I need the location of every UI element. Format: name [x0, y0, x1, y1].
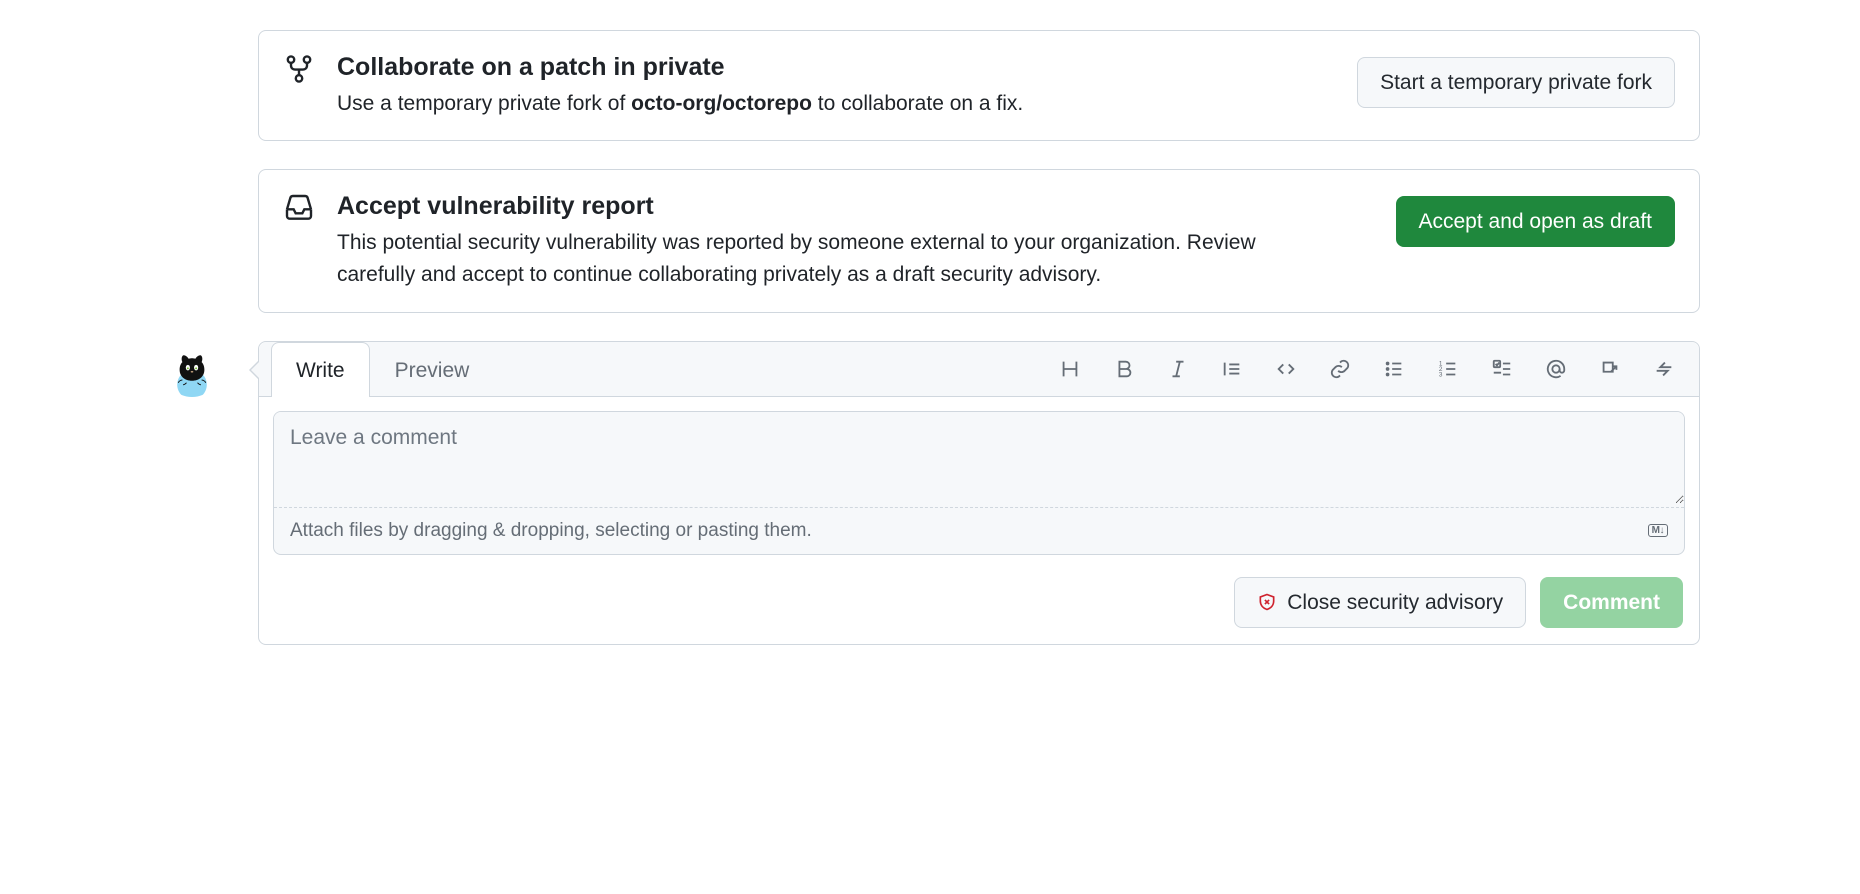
- task-list-icon[interactable]: [1487, 354, 1517, 384]
- quote-icon[interactable]: [1217, 354, 1247, 384]
- shield-x-icon: [1257, 592, 1277, 612]
- unordered-list-icon[interactable]: [1379, 354, 1409, 384]
- markdown-icon[interactable]: M↓: [1648, 524, 1668, 537]
- mention-icon[interactable]: [1541, 354, 1571, 384]
- avatar: [164, 341, 220, 397]
- accept-title: Accept vulnerability report: [337, 190, 1380, 223]
- accept-open-draft-button[interactable]: Accept and open as draft: [1396, 196, 1676, 247]
- bold-icon[interactable]: [1109, 354, 1139, 384]
- accept-report-card: Accept vulnerability report This potenti…: [258, 169, 1700, 313]
- reply-icon[interactable]: [1649, 354, 1679, 384]
- accept-desc: This potential security vulnerability wa…: [337, 227, 1297, 292]
- link-icon[interactable]: [1325, 354, 1355, 384]
- code-icon[interactable]: [1271, 354, 1301, 384]
- comment-tab-header: Write Preview 123: [259, 342, 1699, 397]
- collaborate-card: Collaborate on a patch in private Use a …: [258, 30, 1700, 141]
- italic-icon[interactable]: [1163, 354, 1193, 384]
- tab-write[interactable]: Write: [271, 342, 370, 397]
- fork-icon: [283, 51, 319, 88]
- cross-reference-icon[interactable]: [1595, 354, 1625, 384]
- heading-icon[interactable]: [1055, 354, 1085, 384]
- comment-textarea[interactable]: [274, 412, 1684, 504]
- collaborate-desc: Use a temporary private fork of octo-org…: [337, 88, 1297, 121]
- formatting-toolbar: 123: [1055, 342, 1687, 396]
- inbox-icon: [283, 190, 319, 227]
- svg-text:3: 3: [1439, 371, 1443, 378]
- ordered-list-icon[interactable]: 123: [1433, 354, 1463, 384]
- start-private-fork-button[interactable]: Start a temporary private fork: [1357, 57, 1675, 108]
- tab-preview[interactable]: Preview: [370, 342, 495, 397]
- attach-files-hint[interactable]: Attach files by dragging & dropping, sel…: [274, 507, 1684, 554]
- close-security-advisory-button[interactable]: Close security advisory: [1234, 577, 1526, 628]
- collaborate-title: Collaborate on a patch in private: [337, 51, 1341, 84]
- comment-box: Write Preview 123: [258, 341, 1700, 645]
- comment-button[interactable]: Comment: [1540, 577, 1683, 628]
